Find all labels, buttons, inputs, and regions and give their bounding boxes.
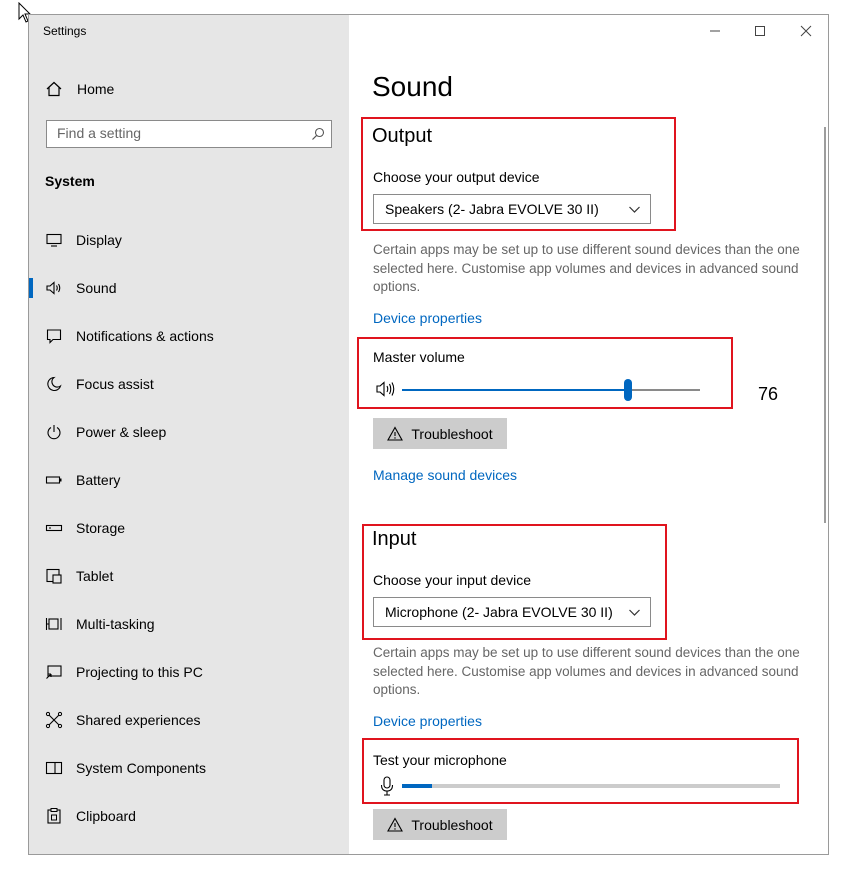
sidebar-item-storage[interactable]: Storage — [29, 513, 349, 543]
sidebar-item-label: Clipboard — [76, 808, 136, 824]
sidebar-item-multitasking[interactable]: Multi-tasking — [29, 609, 349, 639]
input-device-properties-link[interactable]: Device properties — [373, 713, 482, 729]
maximize-icon — [755, 26, 765, 36]
highlight-box-output — [361, 117, 676, 231]
section-heading: System — [45, 173, 95, 189]
sidebar-item-display[interactable]: Display — [29, 225, 349, 255]
sidebar-item-notifications[interactable]: Notifications & actions — [29, 321, 349, 351]
troubleshoot-label: Troubleshoot — [411, 425, 493, 442]
home-icon — [46, 81, 62, 97]
sidebar-item-focus-assist[interactable]: Focus assist — [29, 369, 349, 399]
manage-sound-devices-link[interactable]: Manage sound devices — [373, 467, 517, 483]
sidebar-item-label: Battery — [76, 472, 121, 488]
minimize-icon — [710, 30, 720, 32]
close-icon — [800, 25, 812, 37]
sidebar-item-shared-experiences[interactable]: Shared experiences — [29, 705, 349, 735]
search-box[interactable] — [46, 120, 332, 148]
sidebar-item-system-components[interactable]: System Components — [29, 753, 349, 783]
app-title: Settings — [43, 24, 87, 38]
notifications-icon — [45, 327, 63, 345]
sidebar-item-label: Focus assist — [76, 376, 154, 392]
sidebar-item-label: Storage — [76, 520, 126, 536]
sidebar-item-tablet[interactable]: Tablet — [29, 561, 349, 591]
scrollbar[interactable] — [824, 127, 826, 523]
search-icon[interactable] — [311, 127, 325, 141]
tablet-icon — [45, 567, 63, 585]
highlight-box-input — [362, 524, 667, 640]
troubleshoot-label: Troubleshoot — [411, 816, 493, 833]
speaker-icon — [45, 279, 63, 297]
sidebar-item-label: Tablet — [76, 568, 114, 584]
sidebar-item-label: Shared experiences — [76, 712, 201, 728]
sidebar: Settings Home System Display — [29, 15, 349, 854]
battery-icon — [45, 471, 63, 489]
sidebar-item-label: Notifications & actions — [76, 328, 214, 344]
home-nav[interactable]: Home — [45, 79, 114, 99]
storage-icon — [45, 519, 63, 537]
maximize-button[interactable] — [750, 23, 770, 39]
sidebar-item-label: System Components — [76, 760, 206, 776]
warning-icon — [387, 426, 404, 441]
sidebar-item-label: Sound — [76, 280, 117, 296]
multitasking-icon — [45, 615, 63, 633]
shared-icon — [45, 711, 63, 729]
highlight-box-microphone — [362, 738, 799, 804]
output-troubleshoot-button[interactable]: Troubleshoot — [373, 418, 507, 449]
sidebar-item-clipboard[interactable]: Clipboard — [29, 801, 349, 831]
input-troubleshoot-button[interactable]: Troubleshoot — [373, 809, 507, 840]
search-input[interactable] — [57, 125, 297, 141]
moon-icon — [45, 375, 63, 393]
warning-icon — [387, 817, 404, 832]
display-icon — [45, 231, 63, 249]
sidebar-item-label: Power & sleep — [76, 424, 167, 440]
output-description: Certain apps may be set up to use differ… — [373, 242, 800, 294]
sidebar-item-power-sleep[interactable]: Power & sleep — [29, 417, 349, 447]
sidebar-item-projecting[interactable]: Projecting to this PC — [29, 657, 349, 687]
home-label: Home — [77, 81, 115, 97]
sidebar-item-battery[interactable]: Battery — [29, 465, 349, 495]
projecting-icon — [45, 663, 63, 681]
sidebar-item-label: Multi-tasking — [76, 616, 155, 632]
page-title: Sound — [372, 71, 453, 102]
sidebar-item-sound[interactable]: Sound — [29, 273, 349, 303]
close-button[interactable] — [796, 23, 816, 39]
minimize-button[interactable] — [705, 23, 725, 39]
clipboard-icon — [45, 807, 63, 825]
highlight-box-volume — [357, 337, 733, 409]
components-icon — [45, 759, 63, 777]
input-description: Certain apps may be set up to use differ… — [373, 645, 800, 697]
power-icon — [45, 423, 63, 441]
output-device-properties-link[interactable]: Device properties — [373, 310, 482, 326]
sidebar-item-label: Display — [76, 232, 122, 248]
sidebar-item-label: Projecting to this PC — [76, 664, 203, 680]
volume-value: 76 — [758, 384, 779, 404]
